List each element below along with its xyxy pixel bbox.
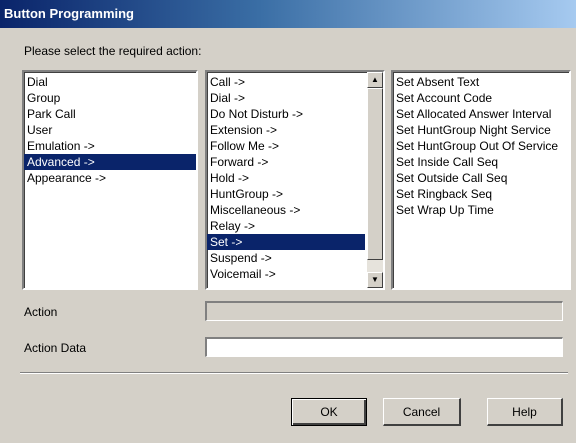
list-item[interactable]: HuntGroup -> xyxy=(207,186,365,202)
scroll-down-icon[interactable]: ▼ xyxy=(367,272,383,288)
separator xyxy=(20,372,568,374)
scroll-thumb[interactable] xyxy=(367,88,383,260)
title-bar[interactable]: Button Programming xyxy=(0,0,576,28)
list-item[interactable]: User xyxy=(24,122,196,138)
advanced-action-list[interactable]: Call -> Dial -> Do Not Disturb -> Extension… xyxy=(205,70,385,290)
list-item[interactable]: Set Absent Text xyxy=(393,74,569,90)
list-item[interactable]: Park Call xyxy=(24,106,196,122)
list-item[interactable]: Group xyxy=(24,90,196,106)
list-item[interactable]: Appearance -> xyxy=(24,170,196,186)
list-item[interactable]: Set Allocated Answer Interval xyxy=(393,106,569,122)
list-item[interactable]: Set Inside Call Seq xyxy=(393,154,569,170)
set-action-list[interactable]: Set Absent Text Set Account Code Set Alloc… xyxy=(391,70,571,290)
list-item[interactable]: Voicemail -> xyxy=(207,266,365,282)
list-item[interactable]: Emulation -> xyxy=(24,138,196,154)
list-item[interactable]: Hold -> xyxy=(207,170,365,186)
list-item[interactable]: Suspend -> xyxy=(207,250,365,266)
list-item[interactable]: Relay -> xyxy=(207,218,365,234)
list-item[interactable]: Call -> xyxy=(207,74,365,90)
ok-button[interactable]: OK xyxy=(291,398,367,426)
action-category-list[interactable]: Dial Group Park Call User Emulation -> Advanc… xyxy=(22,70,198,290)
list-item[interactable]: Set Ringback Seq xyxy=(393,186,569,202)
prompt-label: Please select the required action: xyxy=(24,44,202,58)
cancel-button[interactable]: Cancel xyxy=(383,398,461,426)
action-data-field[interactable] xyxy=(205,337,563,357)
list-item[interactable]: Dial -> xyxy=(207,90,365,106)
list-item[interactable]: Set HuntGroup Night Service xyxy=(393,122,569,138)
list-item[interactable]: Advanced -> xyxy=(24,154,196,170)
list-item[interactable]: Forward -> xyxy=(207,154,365,170)
list-item[interactable]: Set Outside Call Seq xyxy=(393,170,569,186)
list-item[interactable]: Miscellaneous -> xyxy=(207,202,365,218)
help-button[interactable]: Help xyxy=(487,398,563,426)
list-item[interactable]: Extension -> xyxy=(207,122,365,138)
action-label: Action xyxy=(24,305,58,319)
action-field xyxy=(205,301,563,321)
vertical-scrollbar[interactable]: ▲ ▼ xyxy=(367,72,383,288)
list-item[interactable]: Dial xyxy=(24,74,196,90)
list-item[interactable]: Set HuntGroup Out Of Service xyxy=(393,138,569,154)
list-item[interactable]: Set -> xyxy=(207,234,365,250)
list-item[interactable]: Set Wrap Up Time xyxy=(393,202,569,218)
list-item[interactable]: Follow Me -> xyxy=(207,138,365,154)
scroll-up-icon[interactable]: ▲ xyxy=(367,72,383,88)
action-data-label: Action Data xyxy=(24,341,87,355)
list-item[interactable]: Do Not Disturb -> xyxy=(207,106,365,122)
window-title: Button Programming xyxy=(4,6,134,21)
list-item[interactable]: Set Account Code xyxy=(393,90,569,106)
